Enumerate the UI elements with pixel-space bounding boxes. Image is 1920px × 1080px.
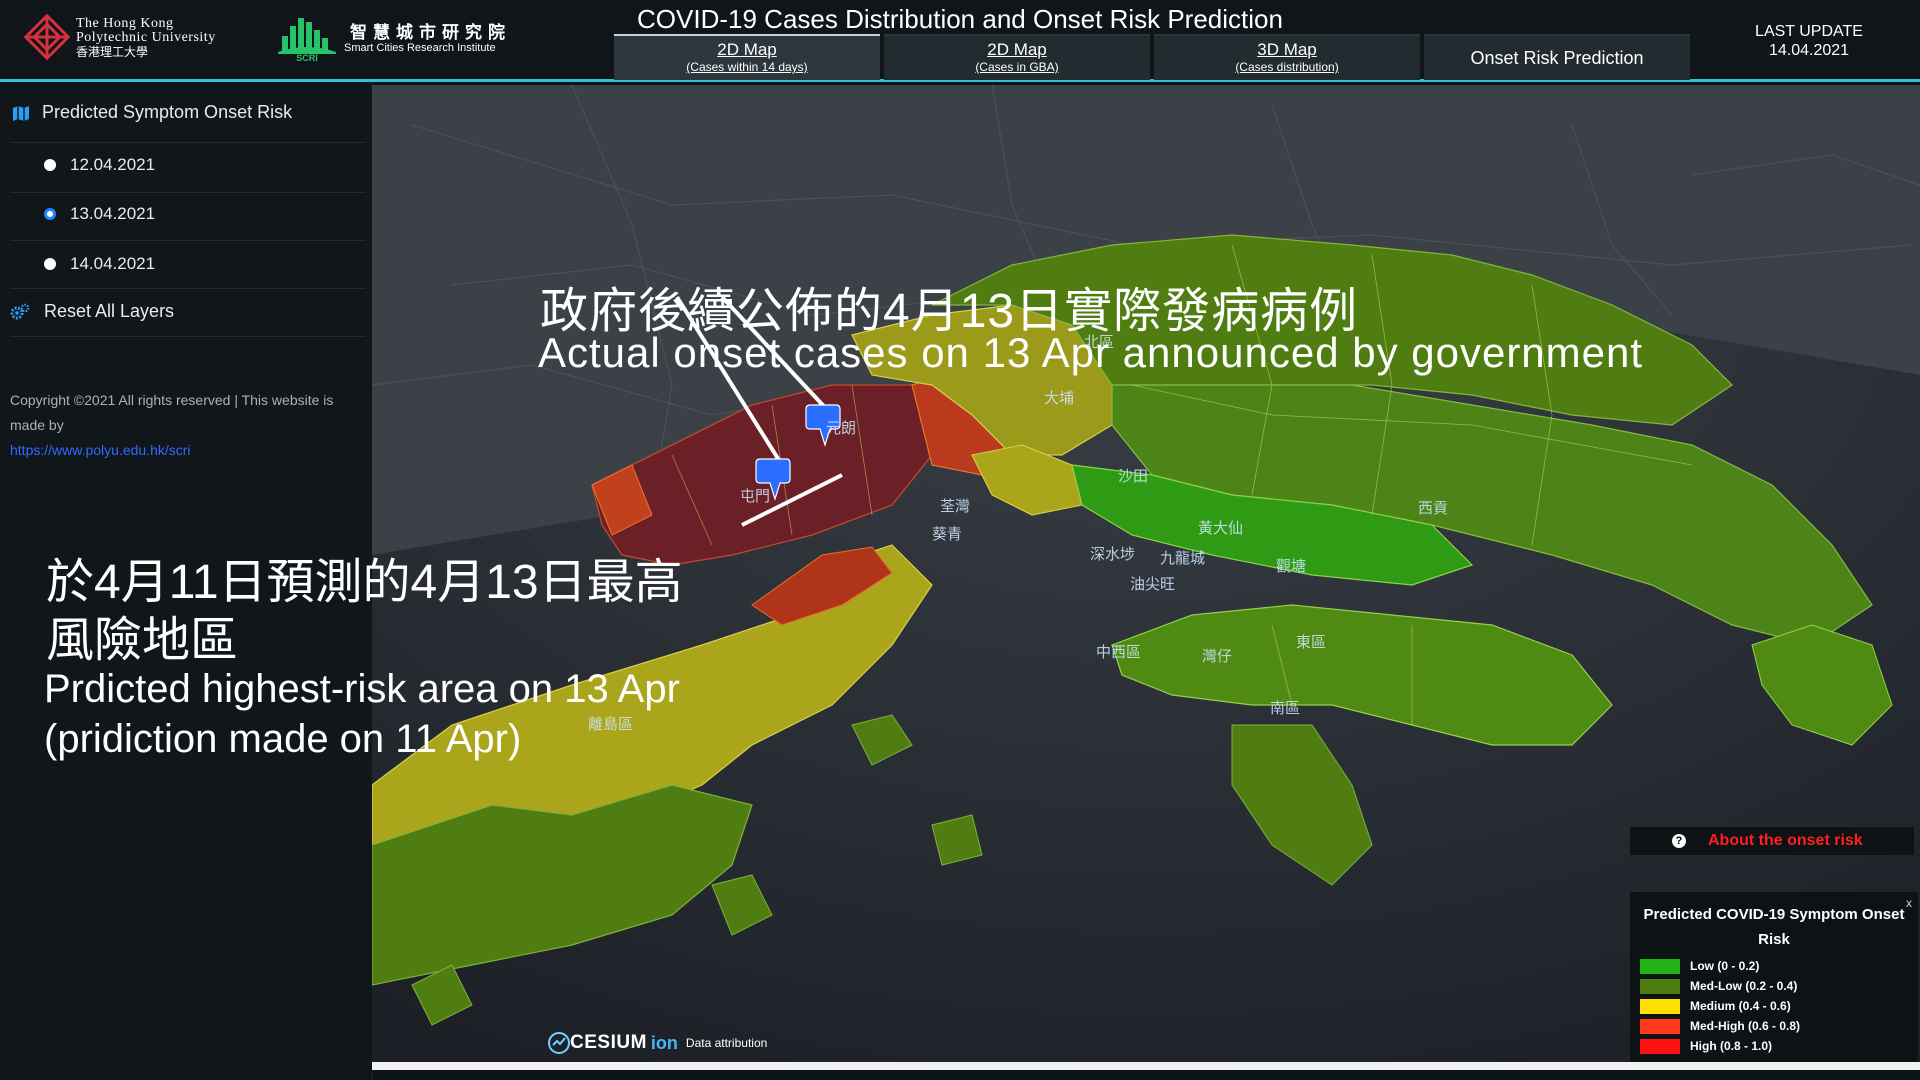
copyright-text: Copyright ©2021 All rights reserved | Th…	[10, 392, 334, 433]
district-label: 南區	[1270, 700, 1301, 717]
tab-sublabel: (Cases within 14 days)	[686, 60, 808, 74]
copyright-notice: Copyright ©2021 All rights reserved | Th…	[10, 388, 350, 463]
annotation-actual-en: Actual onset cases on 13 Apr announced b…	[538, 329, 1644, 376]
legend-title: Predicted COVID-19 Symptom Onset Risk	[1643, 906, 1905, 948]
last-update: LAST UPDATE 14.04.2021	[1734, 22, 1884, 60]
svg-text:SCRI: SCRI	[296, 53, 318, 62]
tab-3d-map[interactable]: 3D Map (Cases distribution)	[1154, 34, 1420, 80]
district-label: 九龍城	[1160, 550, 1206, 567]
last-update-label: LAST UPDATE	[1755, 23, 1863, 40]
reset-layers-button[interactable]: Reset All Layers	[10, 301, 174, 322]
about-label: About the onset risk	[1708, 832, 1863, 849]
gears-icon	[10, 303, 30, 319]
date-option-12-04-2021[interactable]: 12.04.2021	[44, 155, 155, 175]
district-label: 荃灣	[940, 498, 971, 515]
district-label: 油尖旺	[1130, 576, 1176, 593]
map-icon	[13, 105, 29, 121]
scri-city-icon: SCRI	[278, 18, 336, 62]
top-header: The Hong Kong Polytechnic University 香港理…	[0, 0, 1920, 82]
tab-onset-risk-prediction[interactable]: Onset Risk Prediction	[1424, 34, 1690, 80]
divider	[10, 192, 366, 193]
polyu-emblem-icon	[24, 14, 70, 60]
legend-swatch	[1640, 1018, 1680, 1034]
date-option-13-04-2021[interactable]: 13.04.2021	[44, 204, 155, 224]
legend-label: Low (0 - 0.2)	[1690, 959, 1760, 973]
legend-label: Med-Low (0.2 - 0.4)	[1690, 979, 1798, 993]
scri-logo[interactable]: SCRI 智慧城市研究院 Smart Cities Research Insti…	[276, 12, 536, 66]
legend-label: Medium (0.4 - 0.6)	[1690, 999, 1791, 1013]
legend-swatch	[1640, 958, 1680, 974]
legend-item: Med-Low (0.2 - 0.4)	[1640, 976, 1800, 996]
sidebar-section-title: Predicted Symptom Onset Risk	[42, 102, 293, 122]
scri-name-zh: 智慧城市研究院	[350, 23, 511, 42]
date-label: 13.04.2021	[70, 204, 156, 223]
radio-button[interactable]	[44, 159, 56, 171]
polyu-name: The Hong Kong Polytechnic University 香港理…	[76, 16, 216, 60]
reset-label: Reset All Layers	[44, 301, 175, 321]
legend-item: High (0.8 - 1.0)	[1640, 1036, 1800, 1056]
question-icon: ?	[1672, 834, 1686, 848]
last-update-date: 14.04.2021	[1768, 42, 1850, 59]
date-label: 14.04.2021	[70, 254, 156, 273]
divider	[10, 240, 366, 241]
radio-button[interactable]	[44, 258, 56, 270]
cesium-logo-icon	[548, 1032, 570, 1054]
tab-label: 2D Map	[717, 40, 777, 59]
date-label: 12.04.2021	[70, 155, 156, 174]
date-option-14-04-2021[interactable]: 14.04.2021	[44, 254, 155, 274]
polyu-name-zh: 香港理工大學	[76, 45, 149, 59]
annotation-predicted-zh: 於4月11日預測的4月13日最高風險地區	[46, 556, 683, 667]
legend-item: Medium (0.4 - 0.6)	[1640, 996, 1800, 1016]
sidebar-section-header[interactable]: Predicted Symptom Onset Risk	[12, 102, 292, 123]
district-label: 葵青	[932, 526, 963, 543]
risk-legend: x Predicted COVID-19 Symptom Onset Risk …	[1630, 892, 1918, 1062]
cesium-credit: CESIUM ion Data attribution	[548, 1032, 767, 1054]
legend-item: Low (0 - 0.2)	[1640, 956, 1800, 976]
legend-swatch	[1640, 1038, 1680, 1054]
tab-sublabel: (Cases distribution)	[1235, 60, 1339, 74]
legend-label: High (0.8 - 1.0)	[1690, 1039, 1773, 1053]
scri-name-en: Smart Cities Research Institute	[344, 42, 496, 54]
district-label: 屯門	[740, 488, 771, 505]
annotation-predicted-en: Prdicted highest-risk area on 13 Apr (pr…	[44, 667, 680, 761]
polyu-name-en-1: The Hong Kong	[76, 16, 174, 31]
district-label: 黃大仙	[1198, 520, 1244, 537]
legend-items: Low (0 - 0.2) Med-Low (0.2 - 0.4) Medium…	[1640, 956, 1800, 1056]
scri-website-link[interactable]: https://www.polyu.edu.hk/scri	[10, 442, 191, 458]
district-label: 東區	[1296, 634, 1327, 651]
bottom-scrollbar[interactable]	[372, 1062, 1920, 1070]
district-label: 西貢	[1418, 500, 1449, 517]
tab-2d-map-14-days[interactable]: 2D Map (Cases within 14 days)	[614, 34, 880, 80]
district-label: 沙田	[1118, 468, 1149, 485]
district-label: 大埔	[1044, 390, 1075, 407]
divider	[10, 142, 366, 143]
legend-label: Med-High (0.6 - 0.8)	[1690, 1019, 1801, 1033]
cesium-ion: ion	[650, 1032, 678, 1053]
district-label: 灣仔	[1202, 648, 1233, 665]
tab-bar: 2D Map (Cases within 14 days) 2D Map (Ca…	[614, 34, 1690, 80]
cesium-brand: CESIUM	[570, 1032, 647, 1053]
tab-2d-map-gba[interactable]: 2D Map (Cases in GBA)	[884, 34, 1150, 80]
legend-swatch	[1640, 998, 1680, 1014]
polyu-logo[interactable]: The Hong Kong Polytechnic University 香港理…	[24, 14, 264, 64]
data-attribution-link[interactable]: Data attribution	[686, 1036, 767, 1050]
tab-sublabel: (Cases in GBA)	[975, 60, 1059, 74]
tab-label: 3D Map	[1257, 40, 1317, 59]
district-label: 中西區	[1096, 644, 1142, 661]
legend-item: Med-High (0.6 - 0.8)	[1640, 1016, 1800, 1036]
district-label: 元朗	[826, 420, 857, 437]
district-label: 深水埗	[1090, 546, 1136, 563]
divider	[10, 288, 366, 289]
divider	[10, 336, 366, 337]
radio-button-selected[interactable]	[44, 208, 56, 220]
about-onset-risk-button[interactable]: ? About the onset risk	[1630, 827, 1914, 855]
legend-swatch	[1640, 978, 1680, 994]
polyu-name-en-2: Polytechnic University	[76, 30, 216, 45]
tab-label: 2D Map	[987, 40, 1047, 59]
district-label: 觀塘	[1276, 558, 1307, 575]
